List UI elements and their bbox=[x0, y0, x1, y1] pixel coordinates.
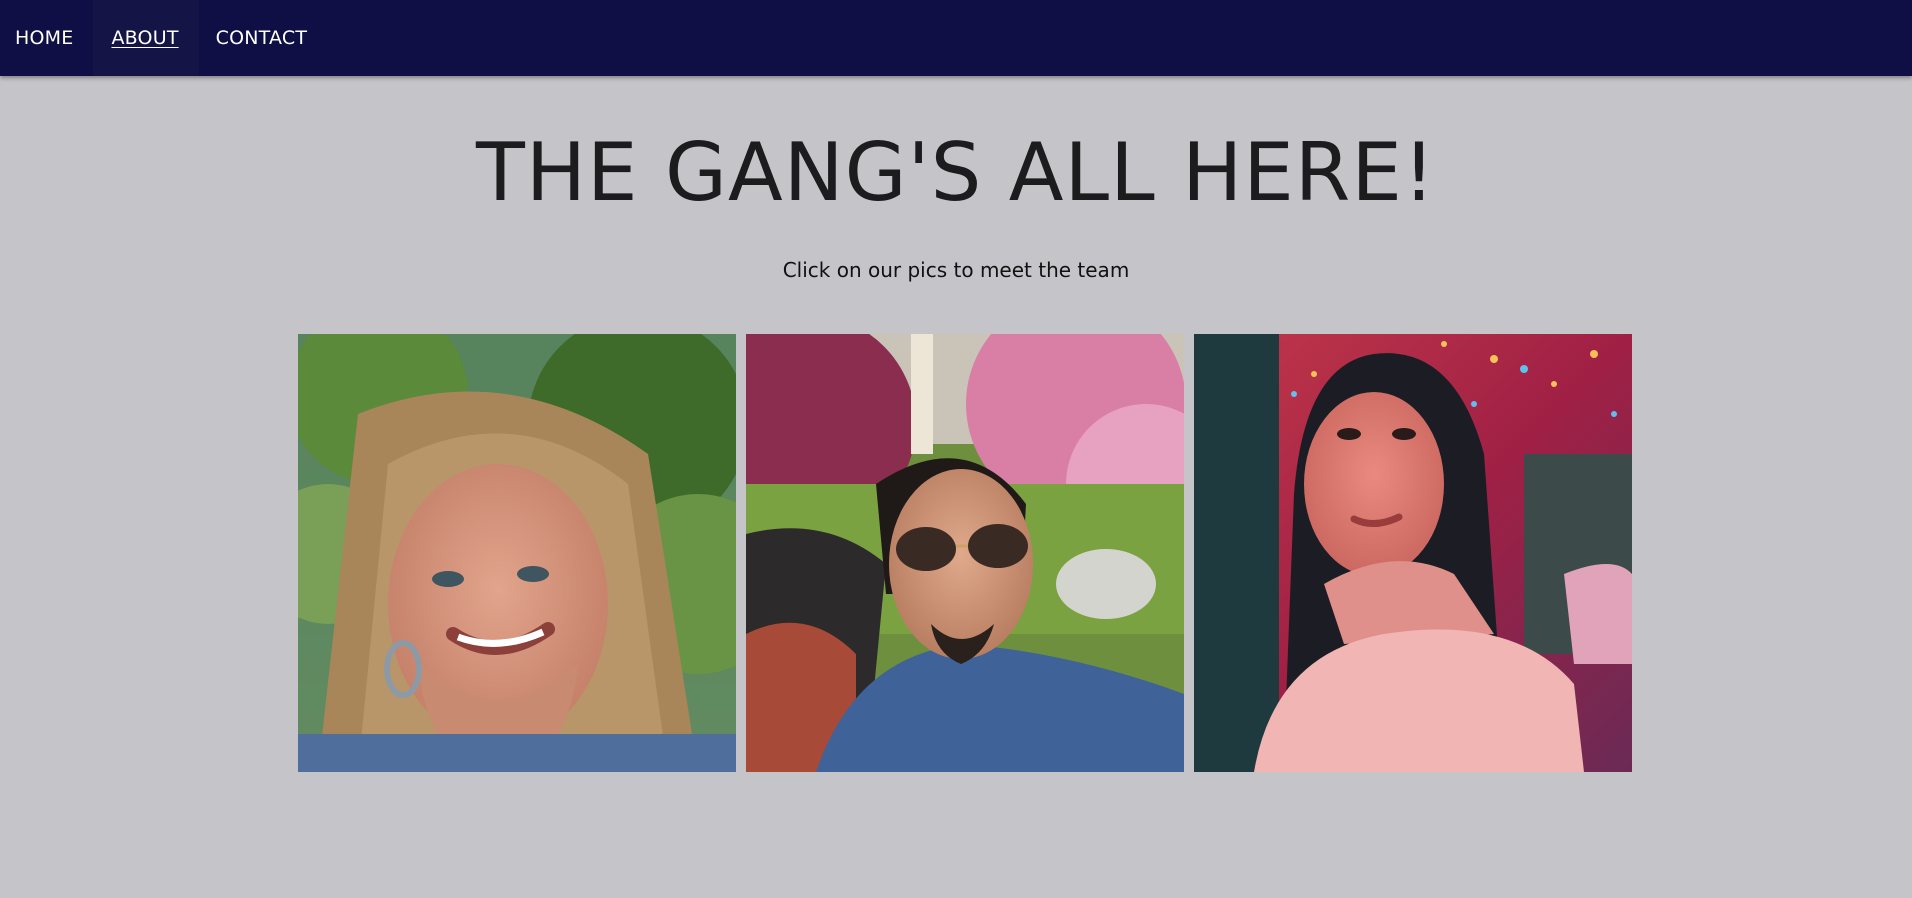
team-photo-1[interactable] bbox=[298, 334, 736, 772]
nav-home-link[interactable]: HOME bbox=[0, 0, 93, 76]
person-photo-icon bbox=[298, 334, 736, 772]
person-photo-icon bbox=[1194, 334, 1632, 772]
nav-about-link[interactable]: ABOUT bbox=[93, 0, 199, 76]
nav-contact-link[interactable]: CONTACT bbox=[199, 0, 328, 76]
page-title: THE GANG'S ALL HERE! bbox=[476, 126, 1436, 219]
team-photo-2[interactable] bbox=[746, 334, 1184, 772]
page-subtitle: Click on our pics to meet the team bbox=[782, 258, 1130, 282]
top-navbar: HOME ABOUT CONTACT bbox=[0, 0, 1912, 76]
team-photo-3[interactable] bbox=[1194, 334, 1632, 772]
person-photo-icon bbox=[746, 334, 1184, 772]
team-gallery bbox=[298, 334, 1632, 772]
